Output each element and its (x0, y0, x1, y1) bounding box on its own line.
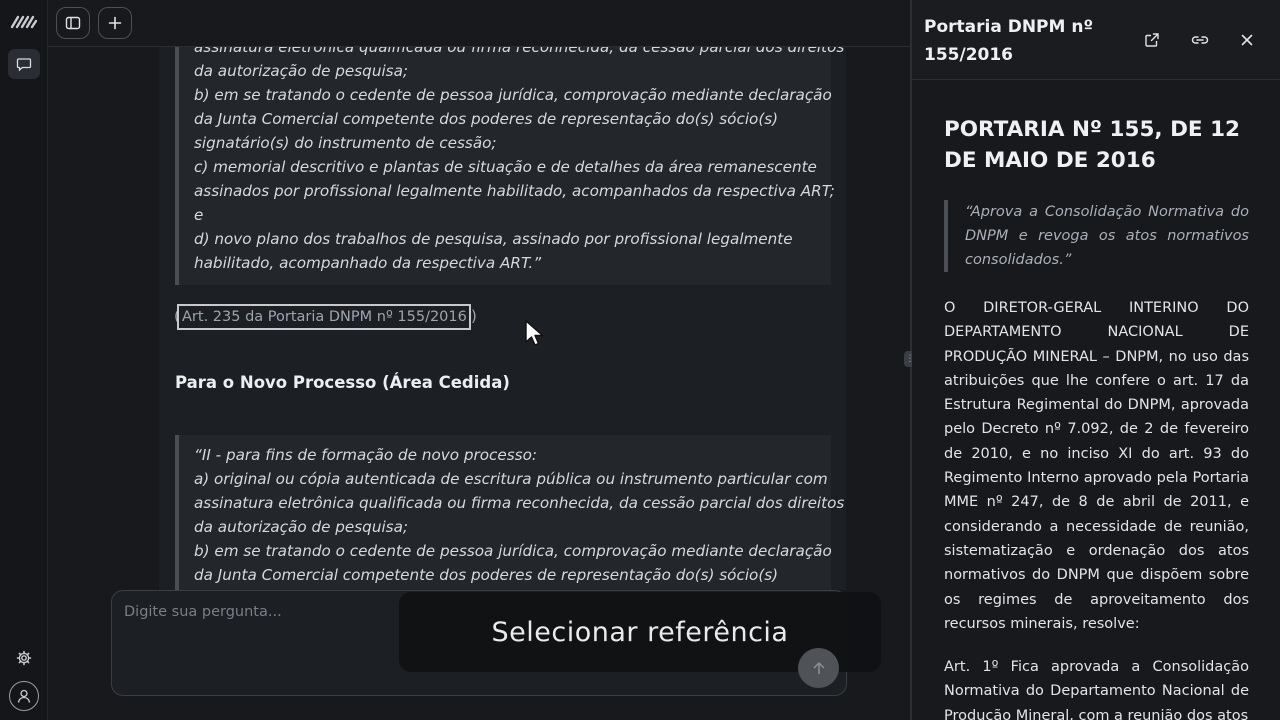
document-title: PORTARIA Nº 155, DE 12 DE MAIO DE 2016 (944, 117, 1241, 173)
new-chat-button[interactable] (98, 7, 132, 39)
quote-line: a) original ou cópia autenticada de escr… (194, 470, 828, 488)
quote-line: da Junta Comercial competente dos podere… (194, 110, 779, 128)
document-summary: “Aprova a Consolidação Normativa do DNPM… (944, 200, 1249, 272)
document-paragraph: O DIRETOR-GERAL INTERINO DO DEPARTAMENTO… (944, 300, 1249, 632)
left-rail (0, 0, 48, 720)
quote-line: signatário(s) do instrumento de cessão; (194, 134, 497, 152)
copy-link-button[interactable] (1190, 30, 1210, 50)
link-icon (1191, 36, 1209, 44)
reference-paren-close: ) (471, 307, 477, 325)
mouse-cursor-icon (525, 320, 544, 346)
citation-quote-2: “II - para fins de formação de novo proc… (175, 435, 845, 590)
quote-line: d) novo plano dos trabalhos de pesquisa,… (194, 230, 793, 248)
chat-message: assinatura eletrônica qualificada ou fir… (159, 47, 846, 590)
quote-line: assinatura eletrônica qualificada ou fir… (194, 47, 845, 56)
quote-line: b) em se tratando o cedente de pessoa ju… (194, 86, 832, 104)
quote-line: da Junta Comercial competente dos podere… (194, 566, 779, 584)
settings-button[interactable] (14, 650, 34, 670)
section-heading: Para o Novo Processo (Área Cedida) (175, 373, 510, 392)
quote-line: assinatura eletrônica qualificada ou fir… (194, 494, 845, 512)
reference-panel: Portaria DNPM nº 155/2016 PORTARIA Nº 15… (912, 0, 1280, 720)
sidebar-toggle-icon (65, 16, 81, 30)
quote-line: “II - para fins de formação de novo proc… (194, 446, 537, 464)
user-avatar[interactable] (9, 681, 39, 711)
quote-line: c) memorial descritivo e plantas de situ… (194, 158, 817, 176)
user-avatar-icon (17, 689, 31, 703)
chat-bubble-icon (16, 58, 32, 72)
quote-line: b) em se tratando o cedente de pessoa ju… (194, 542, 832, 560)
external-link-icon (1145, 33, 1159, 47)
brand-logo-icon (10, 15, 38, 29)
chat-nav-button[interactable] (8, 49, 40, 79)
sidebar-toggle-button[interactable] (56, 7, 90, 39)
plus-icon (108, 16, 122, 30)
panel-title: Portaria DNPM nº 155/2016 (924, 17, 1094, 65)
document-paragraph: Art. 1º Fica aprovada a Consolidação Nor… (944, 659, 1249, 720)
arrow-up-icon (813, 662, 824, 675)
quote-line: da autorização de pesquisa; (194, 62, 409, 80)
brand-logo[interactable] (10, 14, 38, 32)
panel-header: Portaria DNPM nº 155/2016 (912, 0, 1280, 80)
send-button[interactable] (798, 648, 839, 688)
gear-icon (16, 650, 32, 666)
open-external-button[interactable] (1142, 30, 1162, 50)
reference-link[interactable]: Art. 235 da Portaria DNPM nº 155/2016 (177, 304, 471, 330)
quote-line: assinados por profissional legalmente ha… (194, 182, 835, 200)
quote-line: da autorização de pesquisa; (194, 518, 409, 536)
citation-quote-1: assinatura eletrônica qualificada ou fir… (175, 47, 845, 285)
close-panel-button[interactable] (1237, 30, 1257, 50)
quote-line: e (194, 206, 204, 224)
close-icon (1241, 34, 1253, 46)
quote-line: habilitado, acompanhado da respectiva AR… (194, 254, 542, 272)
